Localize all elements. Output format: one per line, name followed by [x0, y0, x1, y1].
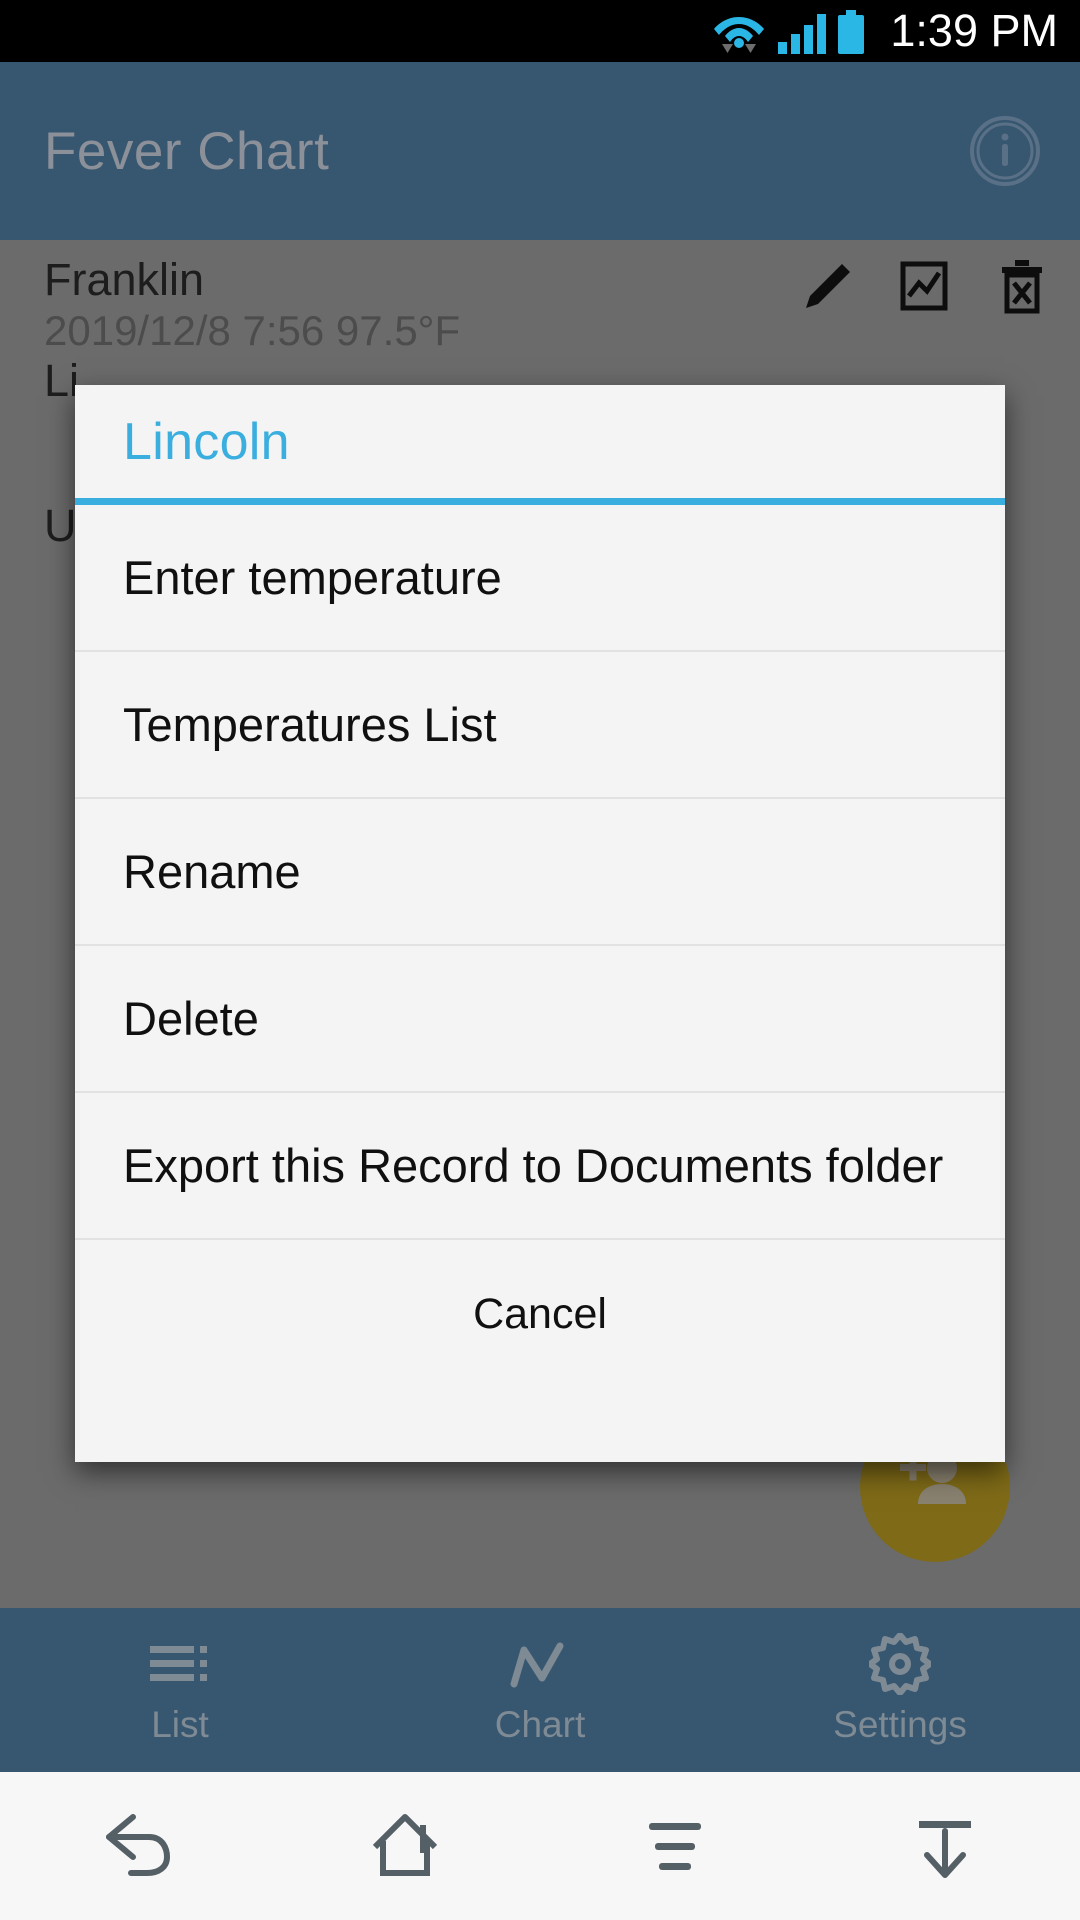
dialog-cancel-label: Cancel: [473, 1289, 607, 1338]
dialog-item-label: Temperatures List: [123, 698, 497, 751]
home-icon: [372, 1814, 438, 1876]
dialog-item-rename[interactable]: Rename: [75, 799, 1005, 946]
back-button[interactable]: [0, 1807, 270, 1885]
back-arrow-icon: [106, 1814, 171, 1876]
dialog-item-export-record[interactable]: Export this Record to Documents folder: [75, 1093, 1005, 1240]
dialog-title-wrap: Lincoln: [75, 385, 1005, 498]
menu-icon: [649, 1823, 701, 1870]
cellular-signal-icon: [778, 12, 827, 54]
record-options-dialog: Lincoln Enter temperature Temperatures L…: [75, 385, 1005, 1462]
status-bar-clock: 1:39 PM: [890, 5, 1058, 56]
dialog-cancel-button[interactable]: Cancel: [75, 1240, 1005, 1388]
dialog-title: Lincoln: [123, 412, 290, 471]
dialog-item-label: Delete: [123, 992, 259, 1045]
hide-keyboard-button[interactable]: [810, 1807, 1080, 1885]
menu-button[interactable]: [540, 1807, 810, 1885]
dialog-item-label: Rename: [123, 845, 301, 898]
dialog-item-label: Export this Record to Documents folder: [123, 1139, 944, 1192]
hide-keyboard-icon: [919, 1821, 971, 1878]
dialog-item-label: Enter temperature: [123, 551, 502, 604]
battery-icon: [838, 10, 865, 54]
status-bar-icons: 1:39 PM: [712, 8, 1058, 54]
home-button[interactable]: [270, 1807, 540, 1885]
phone-screen: 1:39 PM Fever Chart Franklin 2019/12/8 7…: [0, 0, 1080, 1920]
dialog-item-temperatures-list[interactable]: Temperatures List: [75, 652, 1005, 799]
dialog-item-delete[interactable]: Delete: [75, 946, 1005, 1093]
status-bar: 1:39 PM: [0, 0, 1080, 62]
android-nav-bar: [0, 1772, 1080, 1920]
dialog-title-divider: [75, 498, 1005, 505]
wifi-icon: [712, 8, 766, 54]
dialog-item-enter-temperature[interactable]: Enter temperature: [75, 505, 1005, 652]
